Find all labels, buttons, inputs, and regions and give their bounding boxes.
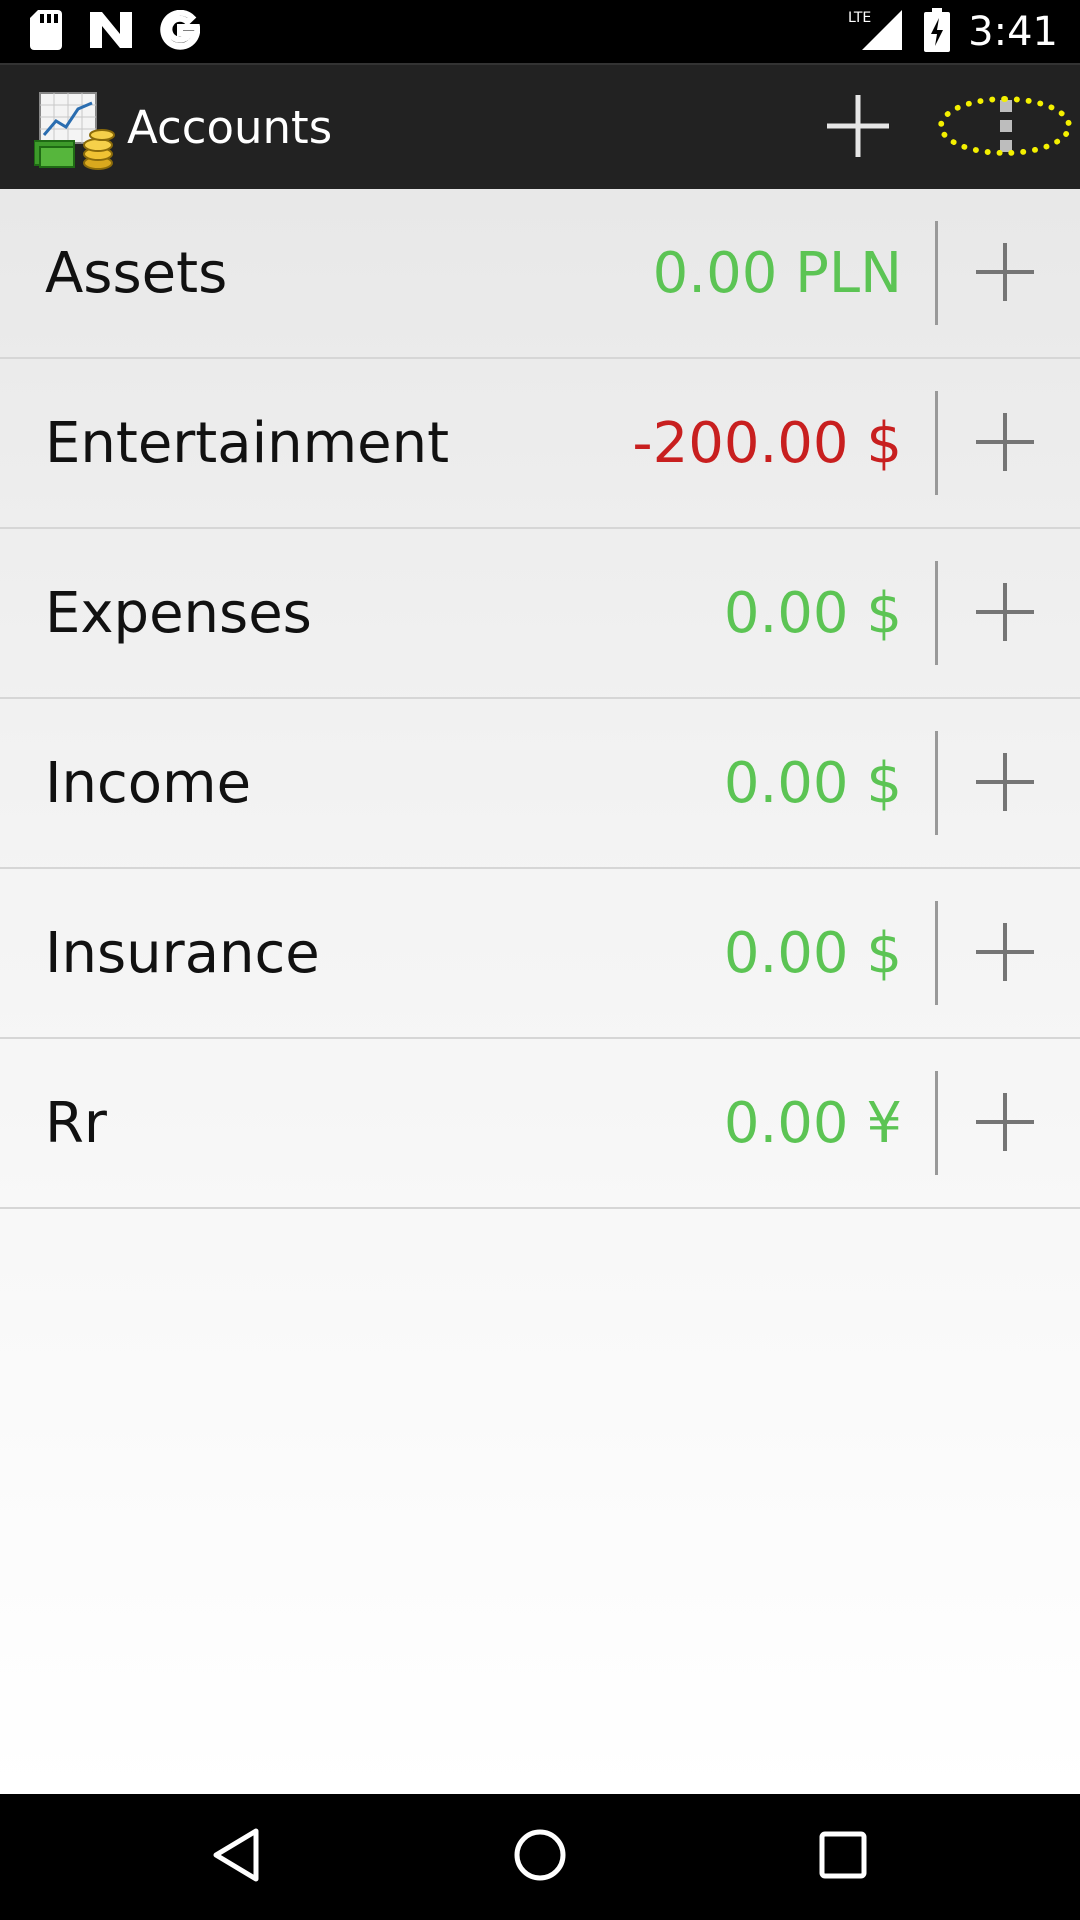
sd-card-icon [30,10,62,54]
account-balance: 0.00 $ [723,751,902,816]
home-button[interactable] [500,1822,580,1892]
add-transaction-button[interactable] [945,389,1065,499]
svg-text:LTE: LTE [848,10,871,26]
account-balance: 0.00 ¥ [723,1091,902,1156]
plus-icon [972,1089,1038,1159]
add-transaction-button[interactable] [945,729,1065,839]
n-logo-icon [90,12,132,52]
account-name: Rr [45,1091,107,1156]
row-divider [935,221,938,325]
account-name: Income [45,751,252,816]
add-transaction-button[interactable] [945,1069,1065,1179]
lte-signal-icon: LTE [846,8,906,56]
account-name: Assets [45,241,228,306]
account-name: Insurance [45,921,320,986]
accounts-app-icon[interactable] [33,91,116,171]
account-name: Expenses [45,581,312,646]
plus-icon [972,749,1038,819]
recents-button[interactable] [803,1822,883,1892]
add-transaction-button[interactable] [945,559,1065,669]
plus-icon [972,579,1038,649]
account-row-income[interactable]: Income 0.00 $ [0,699,1080,869]
account-name: Entertainment [45,411,450,476]
add-transaction-button[interactable] [945,219,1065,329]
account-balance: 0.00 $ [723,581,902,646]
google-icon [160,9,201,54]
account-balance: -200.00 $ [632,411,902,476]
action-bar: Accounts [0,63,1080,189]
page-title: Accounts [127,101,333,154]
row-divider [935,391,938,495]
plus-icon [825,93,891,163]
add-transaction-button[interactable] [945,899,1065,1009]
navigation-bar [0,1794,1080,1920]
row-divider [935,1071,938,1175]
accounts-list: Assets 0.00 PLN Entertainment -200.00 $ … [0,189,1080,1794]
add-account-button[interactable] [818,93,898,163]
account-balance: 0.00 $ [723,921,902,986]
account-balance: 0.00 PLN [652,241,902,306]
status-system: LTE 3:41 [846,0,1058,63]
plus-icon [972,239,1038,309]
plus-icon [972,919,1038,989]
recents-icon [818,1830,868,1884]
status-notifications [30,9,201,54]
account-row-entertainment[interactable]: Entertainment -200.00 $ [0,359,1080,529]
account-row-expenses[interactable]: Expenses 0.00 $ [0,529,1080,699]
overflow-menu-button[interactable] [936,93,1076,163]
row-divider [935,731,938,835]
battery-charging-icon [924,7,951,56]
row-divider [935,901,938,1005]
highlight-ring [938,96,1072,156]
back-icon [210,1827,262,1887]
back-button[interactable] [196,1822,276,1892]
row-divider [935,561,938,665]
status-time: 3:41 [968,8,1058,55]
account-row-rr[interactable]: Rr 0.00 ¥ [0,1039,1080,1209]
plus-icon [972,409,1038,479]
status-bar: LTE 3:41 [0,0,1080,63]
account-row-insurance[interactable]: Insurance 0.00 $ [0,869,1080,1039]
home-icon [512,1827,568,1887]
account-row-assets[interactable]: Assets 0.00 PLN [0,189,1080,359]
